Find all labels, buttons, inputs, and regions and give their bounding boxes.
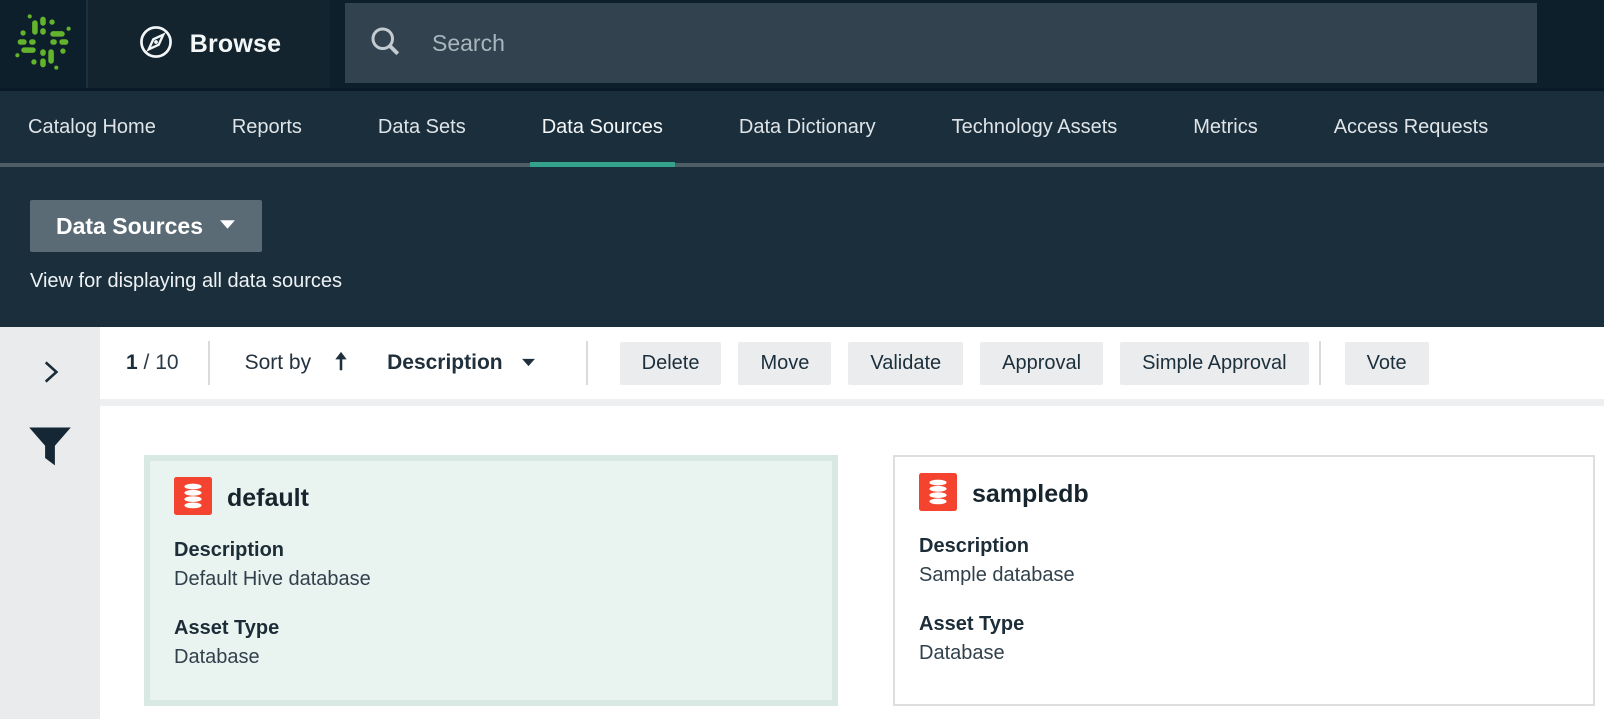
chevron-down-icon (521, 356, 536, 371)
results-panel: 1 / 10 Sort by Description Delete (100, 327, 1604, 719)
data-source-card-default[interactable]: default Description Default Hive databas… (144, 455, 838, 706)
results-toolbar: 1 / 10 Sort by Description Delete (100, 327, 1604, 406)
database-icon (919, 473, 957, 516)
logo-icon (14, 13, 72, 76)
page-separator: / (138, 351, 156, 374)
content-area: 1 / 10 Sort by Description Delete (0, 327, 1604, 719)
view-description: View for displaying all data sources (30, 270, 1604, 293)
nav-tab-label: Data Dictionary (739, 116, 876, 139)
catalog-nav: Catalog Home Reports Data Sets Data Sour… (0, 91, 1604, 167)
toolbar-divider (586, 341, 588, 385)
asset-type-value: Database (174, 645, 808, 669)
nav-tab-reports[interactable]: Reports (232, 91, 302, 163)
description-value: Sample database (919, 563, 1569, 587)
simple-approval-button[interactable]: Simple Approval (1120, 342, 1309, 385)
nav-tab-access-requests[interactable]: Access Requests (1334, 91, 1489, 163)
chevron-down-icon (219, 218, 236, 234)
toolbar-divider (1319, 341, 1321, 385)
delete-button[interactable]: Delete (620, 342, 722, 385)
card-header: default (174, 477, 808, 520)
nav-tab-label: Catalog Home (28, 116, 156, 139)
toolbar-divider (208, 341, 210, 385)
pagination: 1 / 10 (126, 351, 179, 375)
asset-type-label: Asset Type (174, 616, 808, 640)
nav-tab-data-sources[interactable]: Data Sources (542, 91, 663, 163)
search-icon (367, 23, 403, 64)
nav-tab-label: Data Sets (378, 116, 466, 139)
nav-tab-label: Metrics (1193, 116, 1257, 139)
view-header: Data Sources View for displaying all dat… (0, 167, 1604, 327)
page-current: 1 (126, 351, 138, 374)
expand-panel-button[interactable] (31, 351, 69, 396)
sort-by-label: Sort by (245, 351, 312, 375)
database-icon (174, 477, 212, 520)
approval-button[interactable]: Approval (980, 342, 1103, 385)
browse-header[interactable]: Browse (88, 0, 330, 88)
nav-tab-catalog-home[interactable]: Catalog Home (28, 91, 156, 163)
filter-button[interactable] (22, 420, 78, 477)
card-header: sampledb (919, 473, 1569, 516)
left-rail (0, 327, 100, 719)
asset-type-value: Database (919, 641, 1569, 665)
nav-tab-label: Access Requests (1334, 116, 1489, 139)
funnel-icon (28, 456, 72, 471)
nav-tab-label: Data Sources (542, 116, 663, 139)
nav-tab-technology-assets[interactable]: Technology Assets (952, 91, 1118, 163)
description-label: Description (919, 534, 1569, 558)
nav-tab-data-sets[interactable]: Data Sets (378, 91, 466, 163)
data-source-card-sampledb[interactable]: sampledb Description Sample database Ass… (893, 455, 1595, 706)
nav-tab-data-dictionary[interactable]: Data Dictionary (739, 91, 876, 163)
browse-title: Browse (190, 30, 282, 59)
description-label: Description (174, 538, 808, 562)
nav-tab-metrics[interactable]: Metrics (1193, 91, 1257, 163)
card-title: default (227, 484, 309, 513)
move-button[interactable]: Move (738, 342, 831, 385)
vote-button[interactable]: Vote (1345, 342, 1429, 385)
app-logo[interactable] (0, 0, 88, 88)
arrow-up-icon (330, 349, 352, 378)
search-input[interactable] (432, 30, 1432, 57)
description-value: Default Hive database (174, 567, 808, 591)
sort-direction-button[interactable] (330, 349, 352, 378)
card-title: sampledb (972, 480, 1089, 509)
chevron-right-icon (37, 375, 63, 390)
top-bar: Browse (0, 0, 1604, 91)
data-source-cards: default Description Default Hive databas… (100, 406, 1604, 706)
global-search[interactable] (345, 3, 1537, 83)
nav-tab-label: Technology Assets (952, 116, 1118, 139)
nav-tab-label: Reports (232, 116, 302, 139)
page-total: 10 (155, 351, 178, 374)
sort-field-dropdown[interactable]: Description (387, 351, 536, 375)
view-selector-label: Data Sources (56, 213, 203, 240)
asset-type-label: Asset Type (919, 612, 1569, 636)
validate-button[interactable]: Validate (848, 342, 963, 385)
view-selector-dropdown[interactable]: Data Sources (30, 200, 262, 252)
compass-icon (137, 23, 175, 66)
sort-field-label: Description (387, 351, 503, 375)
